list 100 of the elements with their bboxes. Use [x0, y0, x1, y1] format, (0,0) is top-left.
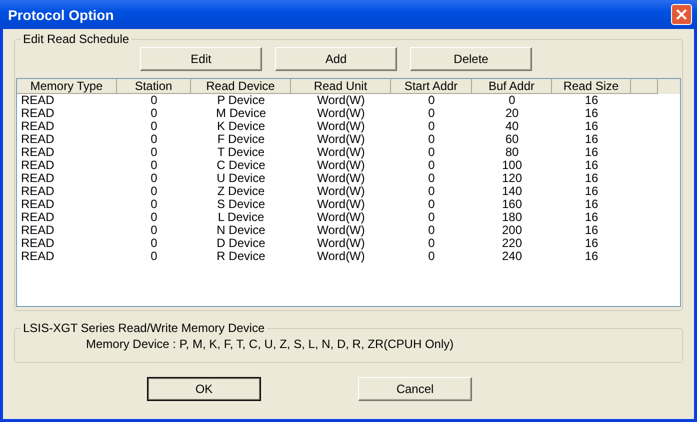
- table-cell-text: 0: [427, 185, 436, 198]
- table-cell-text: READ: [20, 250, 56, 263]
- table-cell-text: 0: [150, 198, 158, 211]
- table-cell-text: 16: [584, 107, 600, 120]
- table-cell-text: 0: [150, 120, 158, 133]
- table-cell-text: Word(W): [316, 94, 366, 107]
- table-cell-text: U Device: [216, 172, 266, 185]
- table-cell-text: 0: [150, 94, 158, 107]
- table-cell-text: M Device: [214, 107, 267, 120]
- table-cell-text: 0: [427, 237, 436, 250]
- column-header[interactable]: Start Addr: [391, 79, 472, 94]
- table-cell-text: 0: [427, 159, 436, 172]
- table-cell-text: 0: [427, 198, 436, 211]
- table-cell-text: Word(W): [316, 120, 366, 133]
- table-cell-text: 240: [500, 250, 524, 263]
- table-cell-text: 0: [150, 224, 158, 237]
- table-cell-text: R Device: [216, 250, 266, 263]
- toolbar-button[interactable]: Edit: [140, 47, 262, 71]
- cancel-button[interactable]: Cancel: [358, 377, 472, 401]
- table-cell-text: 16: [584, 120, 600, 133]
- table-cell-text: READ: [20, 185, 56, 198]
- table-cell-text: Word(W): [316, 250, 366, 263]
- table-cell-text: 16: [584, 172, 600, 185]
- table-cell-text: 200: [500, 224, 524, 237]
- table-cell-text: 16: [584, 185, 600, 198]
- table-cell-text: Word(W): [316, 211, 366, 224]
- table-cell-text: 0: [150, 211, 158, 224]
- table-cell-text: READ: [20, 107, 56, 120]
- table-cell-text: 80: [504, 146, 520, 159]
- column-header[interactable]: Read Unit: [291, 79, 391, 94]
- group-title: Edit Read Schedule: [22, 32, 130, 46]
- table-cell-text: READ: [20, 211, 56, 224]
- table-cell-text: Z Device: [216, 185, 266, 198]
- table-cell-text: 0: [150, 237, 158, 250]
- table-cell-text: 16: [584, 250, 600, 263]
- table-cell-text: 180: [500, 211, 524, 224]
- table-cell-text: 0: [150, 185, 158, 198]
- table-cell-text: 16: [584, 237, 600, 250]
- memory-device-text: Memory Device : P, M, K, F, T, C, U, Z, S, L, N, D, R, ZR(CPUH Only): [85, 337, 455, 351]
- table-cell-text: READ: [20, 120, 56, 133]
- table-cell-text: 0: [150, 133, 158, 146]
- table-cell-text: 60: [504, 133, 520, 146]
- table-cell-text: 0: [427, 133, 436, 146]
- table-cell-text: READ: [20, 224, 56, 237]
- table-cell-text: 0: [427, 107, 436, 120]
- table-cell-text: 0: [150, 250, 158, 263]
- table-cell-text: 0: [427, 250, 436, 263]
- table-cell-text: READ: [20, 146, 56, 159]
- table-cell-text: 0: [427, 94, 436, 107]
- table-cell-text: Word(W): [316, 198, 366, 211]
- toolbar-button[interactable]: Add: [275, 47, 397, 71]
- column-header[interactable]: Station: [117, 79, 191, 94]
- table-cell-text: 16: [584, 224, 600, 237]
- table-cell-text: 0: [150, 159, 158, 172]
- close-icon: [675, 8, 688, 21]
- table-cell-text: READ: [20, 94, 56, 107]
- table-cell-text: T Device: [216, 146, 266, 159]
- table-cell-text: Word(W): [316, 224, 366, 237]
- table-cell-text: 40: [504, 120, 520, 133]
- table-cell-text: Word(W): [316, 146, 366, 159]
- toolbar-button[interactable]: Delete: [410, 47, 532, 71]
- column-header[interactable]: Read Device: [191, 79, 291, 94]
- table-cell-text: 0: [427, 146, 436, 159]
- table-cell-text: Word(W): [316, 107, 366, 120]
- table-cell-text: Word(W): [316, 185, 366, 198]
- table-cell-text: READ: [20, 198, 56, 211]
- table-cell-text: N Device: [216, 224, 266, 237]
- table-cell-text: 0: [508, 94, 516, 107]
- table-cell-text: 16: [584, 211, 600, 224]
- table-cell-text: 0: [427, 211, 436, 224]
- table-cell-text: 0: [150, 146, 158, 159]
- window-title: Protocol Option: [8, 6, 114, 22]
- table-cell-text: 0: [150, 107, 158, 120]
- table-cell-text: 0: [427, 224, 436, 237]
- column-header[interactable]: Buf Addr: [472, 79, 552, 94]
- table-cell-text: K Device: [216, 120, 266, 133]
- table-cell-text: L Device: [216, 211, 266, 224]
- table-cell-text: 160: [500, 198, 524, 211]
- table-cell-text: 16: [584, 133, 600, 146]
- table-cell-text: READ: [20, 172, 56, 185]
- table-cell-text: Word(W): [316, 172, 366, 185]
- table-cell-text: READ: [20, 133, 56, 146]
- table-cell-text: P Device: [216, 94, 266, 107]
- table-cell-text: 140: [500, 185, 524, 198]
- table-cell-text: Word(W): [316, 133, 366, 146]
- column-header[interactable]: Read Size: [552, 79, 631, 94]
- column-header-blank: [631, 79, 658, 94]
- table-cell-text: F Device: [216, 133, 266, 146]
- table-cell-text: 16: [584, 146, 600, 159]
- group-title: LSIS-XGT Series Read/Write Memory Device: [22, 321, 266, 335]
- ok-button[interactable]: OK: [147, 377, 261, 401]
- table-cell-text: 0: [427, 172, 436, 185]
- column-header[interactable]: Memory Type: [17, 79, 117, 94]
- table-cell-text: 0: [150, 172, 158, 185]
- table-cell-text: Word(W): [316, 237, 366, 250]
- table-cell-text: 20: [504, 107, 520, 120]
- table-cell-text: 100: [500, 159, 524, 172]
- table-cell-text: Word(W): [316, 159, 366, 172]
- table-cell-text: 16: [584, 94, 600, 107]
- close-button[interactable]: [671, 4, 692, 25]
